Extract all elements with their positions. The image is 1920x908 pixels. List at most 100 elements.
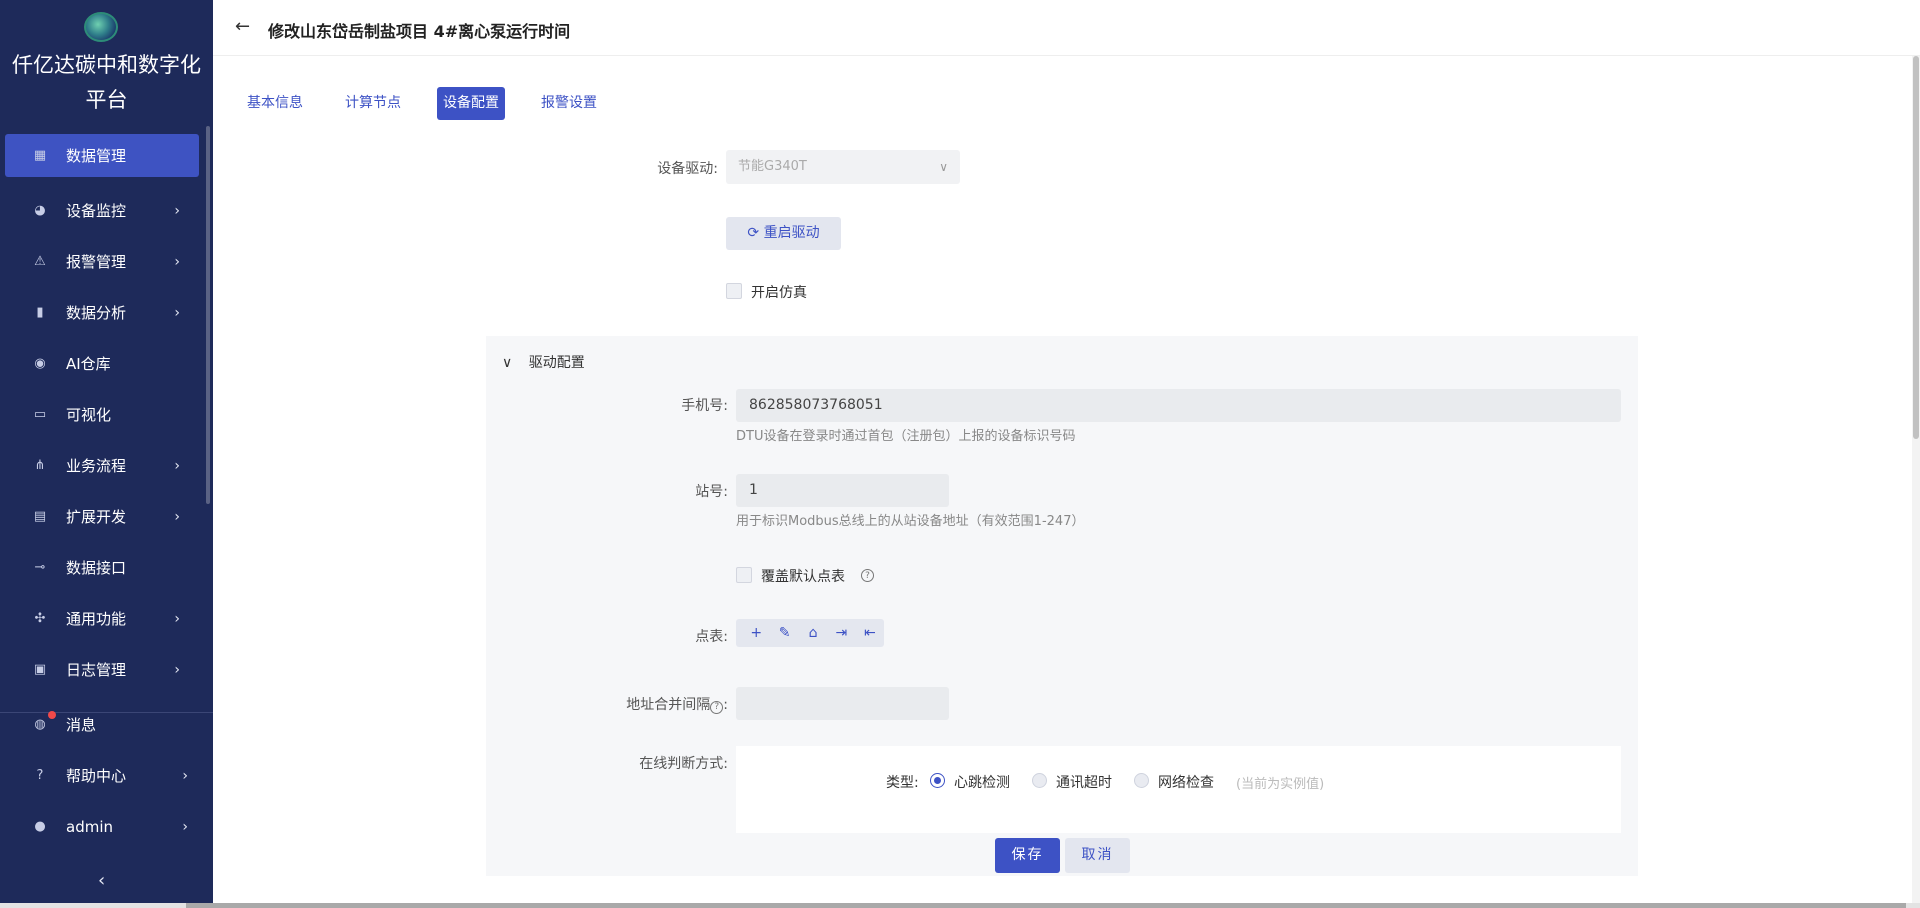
tab-bar: 基本信息 计算节点 设备配置 报警设置 xyxy=(241,87,633,120)
tab-alarm-settings[interactable]: 报警设置 xyxy=(535,87,603,120)
save-button[interactable]: 保存 xyxy=(995,838,1060,873)
user-icon: ● xyxy=(34,819,46,834)
phone-label: 手机号: xyxy=(681,398,728,414)
sidebar-item-extension[interactable]: ▤ 扩展开发 › xyxy=(0,491,213,542)
sidebar-item-label: 报警管理 xyxy=(66,253,127,271)
ai-icon: ◉ xyxy=(34,356,46,371)
sidebar-item-user[interactable]: ● admin › xyxy=(0,801,213,852)
sidebar-item-workflow[interactable]: ⋔ 业务流程 › xyxy=(0,440,213,491)
sidebar-item-device-monitor[interactable]: ◕ 设备监控 › xyxy=(0,185,213,236)
chevron-down-icon: ∨ xyxy=(502,355,513,371)
sidebar-scrollbar[interactable] xyxy=(206,126,210,504)
sidebar: 仟亿达碳中和数字化平台 ▦ 数据管理 ◕ 设备监控 › ⚠ 报警管理 › ▮ 数… xyxy=(0,0,213,908)
page-header: ← 修改山东岱岳制盐项目 4#离心泵运行时间 xyxy=(213,0,1920,56)
chart-icon: ▦ xyxy=(33,148,47,163)
radio-network-check[interactable] xyxy=(1134,773,1149,788)
edit-icon[interactable]: ✎ xyxy=(770,625,798,641)
simulate-label: 开启仿真 xyxy=(751,285,807,301)
notification-dot xyxy=(48,711,56,719)
chevron-right-icon: › xyxy=(174,304,180,321)
sidebar-item-label: 业务流程 xyxy=(66,457,127,475)
merge-interval-label: 地址合并间隔?: xyxy=(626,697,728,714)
code-icon: ▤ xyxy=(33,509,47,524)
radio-heartbeat[interactable] xyxy=(930,773,945,788)
export-icon[interactable]: ⇥ xyxy=(827,625,855,641)
sidebar-item-messages[interactable]: ◍ 消息 xyxy=(0,699,213,750)
simulate-checkbox[interactable] xyxy=(726,283,742,299)
add-icon[interactable]: + xyxy=(742,625,770,641)
bank-icon[interactable]: ⌂ xyxy=(799,625,827,641)
sidebar-item-label: 扩展开发 xyxy=(66,508,127,526)
message-icon: ◍ xyxy=(34,717,46,732)
sidebar-item-label: 日志管理 xyxy=(66,661,127,679)
alarm-icon: ⚠ xyxy=(34,254,46,269)
tab-basic-info[interactable]: 基本信息 xyxy=(241,87,309,120)
horizontal-scrollbar[interactable] xyxy=(0,903,1920,908)
sidebar-item-visual[interactable]: ▭ 可视化 xyxy=(0,389,213,440)
cancel-button[interactable]: 取消 xyxy=(1065,838,1130,873)
driver-select[interactable]: 节能G340T ∨ xyxy=(726,150,960,184)
help-icon[interactable]: ? xyxy=(861,569,874,582)
merge-interval-input[interactable] xyxy=(736,687,949,720)
chevron-right-icon: › xyxy=(174,202,180,219)
online-check-label: 在线判断方式: xyxy=(639,756,728,772)
tab-device-config[interactable]: 设备配置 xyxy=(437,87,505,120)
sidebar-item-label: AI仓库 xyxy=(66,355,111,373)
tab-compute-node[interactable]: 计算节点 xyxy=(339,87,407,120)
chevron-right-icon: › xyxy=(174,610,180,627)
sidebar-item-label: admin xyxy=(66,817,113,836)
panel-header[interactable]: ∨ 驱动配置 xyxy=(502,352,585,372)
collapse-sidebar-icon[interactable]: ‹ xyxy=(98,870,105,891)
station-input[interactable]: 1 xyxy=(736,474,949,507)
sidebar-item-label: 帮助中心 xyxy=(66,767,127,785)
import-icon[interactable]: ⇤ xyxy=(856,625,884,641)
chevron-down-icon: ∨ xyxy=(939,160,948,174)
chevron-right-icon: › xyxy=(174,508,180,525)
horizontal-scrollbar-thumb[interactable] xyxy=(186,903,1906,908)
flow-icon: ⋔ xyxy=(34,458,46,473)
override-label: 覆盖默认点表 xyxy=(761,569,845,585)
radio-timeout[interactable] xyxy=(1032,773,1047,788)
grid-icon: ✣ xyxy=(34,611,46,626)
page-scrollbar-thumb[interactable] xyxy=(1913,56,1919,439)
panel-title: 驱动配置 xyxy=(528,355,585,371)
sidebar-item-data-management[interactable]: ▦ 数据管理 xyxy=(5,134,199,177)
page-scrollbar[interactable] xyxy=(1912,56,1920,908)
sidebar-item-ai[interactable]: ◉ AI仓库 xyxy=(0,338,213,389)
sidebar-item-alarm[interactable]: ⚠ 报警管理 › xyxy=(0,236,213,287)
chevron-right-icon: › xyxy=(182,818,188,835)
points-toolbar: + ✎ ⌂ ⇥ ⇤ xyxy=(736,619,884,647)
refresh-icon: ⟳ xyxy=(747,225,760,241)
sidebar-menu: ▦ 数据管理 ◕ 设备监控 › ⚠ 报警管理 › ▮ 数据分析 › ◉ AI仓库… xyxy=(0,134,213,695)
page-title: 修改山东岱岳制盐项目 4#离心泵运行时间 xyxy=(268,22,571,41)
sidebar-item-help[interactable]: ? 帮助中心 › xyxy=(0,750,213,801)
sidebar-item-label: 数据接口 xyxy=(66,559,127,577)
sidebar-item-label: 通用功能 xyxy=(66,610,127,628)
merge-interval-text: 地址合并间隔 xyxy=(626,697,711,713)
plug-icon: ⊸ xyxy=(34,560,46,575)
driver-config-panel: ∨ 驱动配置 手机号: 862858073768051 DTU设备在登录时通过首… xyxy=(486,336,1638,876)
phone-input[interactable]: 862858073768051 xyxy=(736,389,1621,422)
sidebar-item-analysis[interactable]: ▮ 数据分析 › xyxy=(0,287,213,338)
logo xyxy=(84,12,118,42)
driver-select-value: 节能G340T xyxy=(738,159,807,174)
chevron-right-icon: › xyxy=(182,767,188,784)
screen-icon: ▭ xyxy=(33,407,47,422)
sidebar-item-common[interactable]: ✣ 通用功能 › xyxy=(0,593,213,644)
sidebar-item-label: 消息 xyxy=(66,716,97,734)
sidebar-item-label: 数据分析 xyxy=(66,304,127,322)
override-checkbox[interactable] xyxy=(736,567,752,583)
back-arrow-icon[interactable]: ← xyxy=(235,16,250,37)
help-icon[interactable]: ? xyxy=(710,700,724,714)
sidebar-item-interface[interactable]: ⊸ 数据接口 xyxy=(0,542,213,593)
help-icon: ? xyxy=(36,768,44,783)
type-label: 类型: xyxy=(886,775,919,791)
sidebar-item-logs[interactable]: ▣ 日志管理 › xyxy=(0,644,213,695)
radio-heartbeat-label: 心跳检测 xyxy=(954,775,1010,791)
sidebar-item-label: 可视化 xyxy=(66,406,112,424)
type-note: (当前为实例值) xyxy=(1236,777,1325,792)
sidebar-item-label: 数据管理 xyxy=(66,147,127,165)
restart-driver-button[interactable]: ⟳ 重启驱动 xyxy=(726,217,841,250)
points-label: 点表: xyxy=(695,629,728,645)
phone-hint: DTU设备在登录时通过首包（注册包）上报的设备标识号码 xyxy=(736,429,1076,444)
